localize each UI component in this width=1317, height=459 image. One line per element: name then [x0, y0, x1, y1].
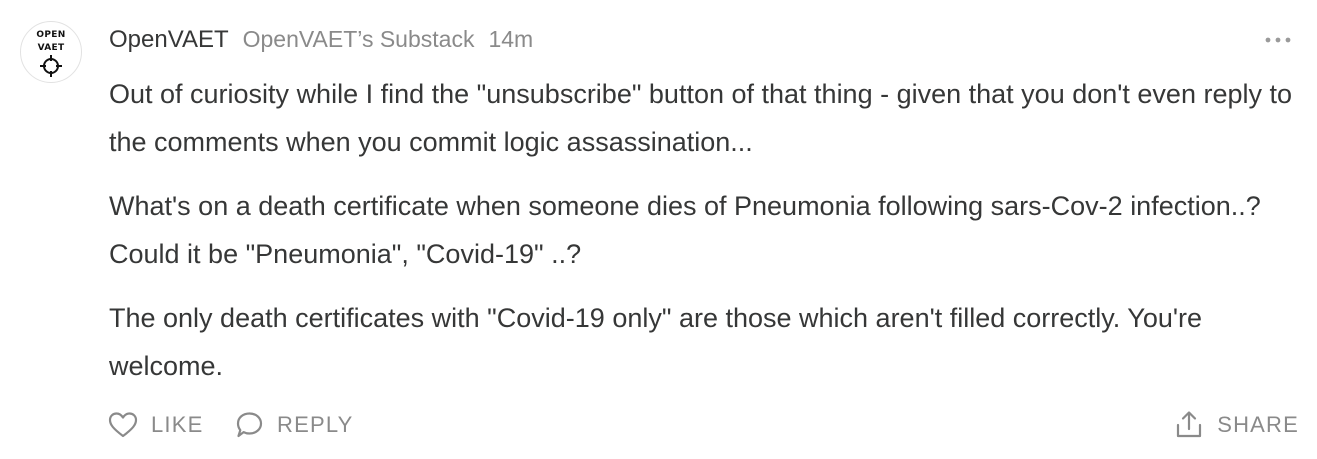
avatar[interactable]: OPEN VAET [20, 21, 82, 83]
more-options-button[interactable] [1262, 30, 1294, 50]
comment-body: Out of curiosity while I find the "unsub… [109, 70, 1309, 390]
author-name[interactable]: OpenVAET [109, 26, 229, 54]
avatar-logo-text-line2: VAET [37, 43, 65, 53]
share-upload-icon [1173, 409, 1205, 441]
avatar-logo-text-line1: OPEN [36, 30, 66, 40]
share-button[interactable]: SHARE [1173, 405, 1299, 445]
crosshair-icon [39, 54, 63, 78]
timestamp[interactable]: 14m [488, 26, 533, 53]
comment-actions: LIKE REPLY SHARE [107, 405, 1299, 445]
publication-name[interactable]: OpenVAET’s Substack [243, 26, 475, 53]
reply-label: REPLY [277, 412, 354, 437]
comment-header: OpenVAET OpenVAET’s Substack 14m [109, 26, 533, 56]
comment: OPEN VAET OpenVAET OpenVAET’s Substack 1… [0, 0, 1317, 459]
like-button[interactable]: LIKE [107, 405, 204, 445]
share-label: SHARE [1217, 412, 1299, 437]
comment-paragraph: Out of curiosity while I find the "unsub… [109, 79, 1293, 157]
comment-paragraph: The only death certificates with "Covid-… [109, 303, 1203, 381]
heart-icon [107, 409, 139, 441]
like-label: LIKE [151, 412, 204, 437]
more-horizontal-icon [1262, 30, 1294, 50]
speech-bubble-icon [233, 409, 265, 441]
reply-button[interactable]: REPLY [233, 405, 354, 445]
comment-paragraph: What's on a death certificate when someo… [109, 191, 1261, 269]
